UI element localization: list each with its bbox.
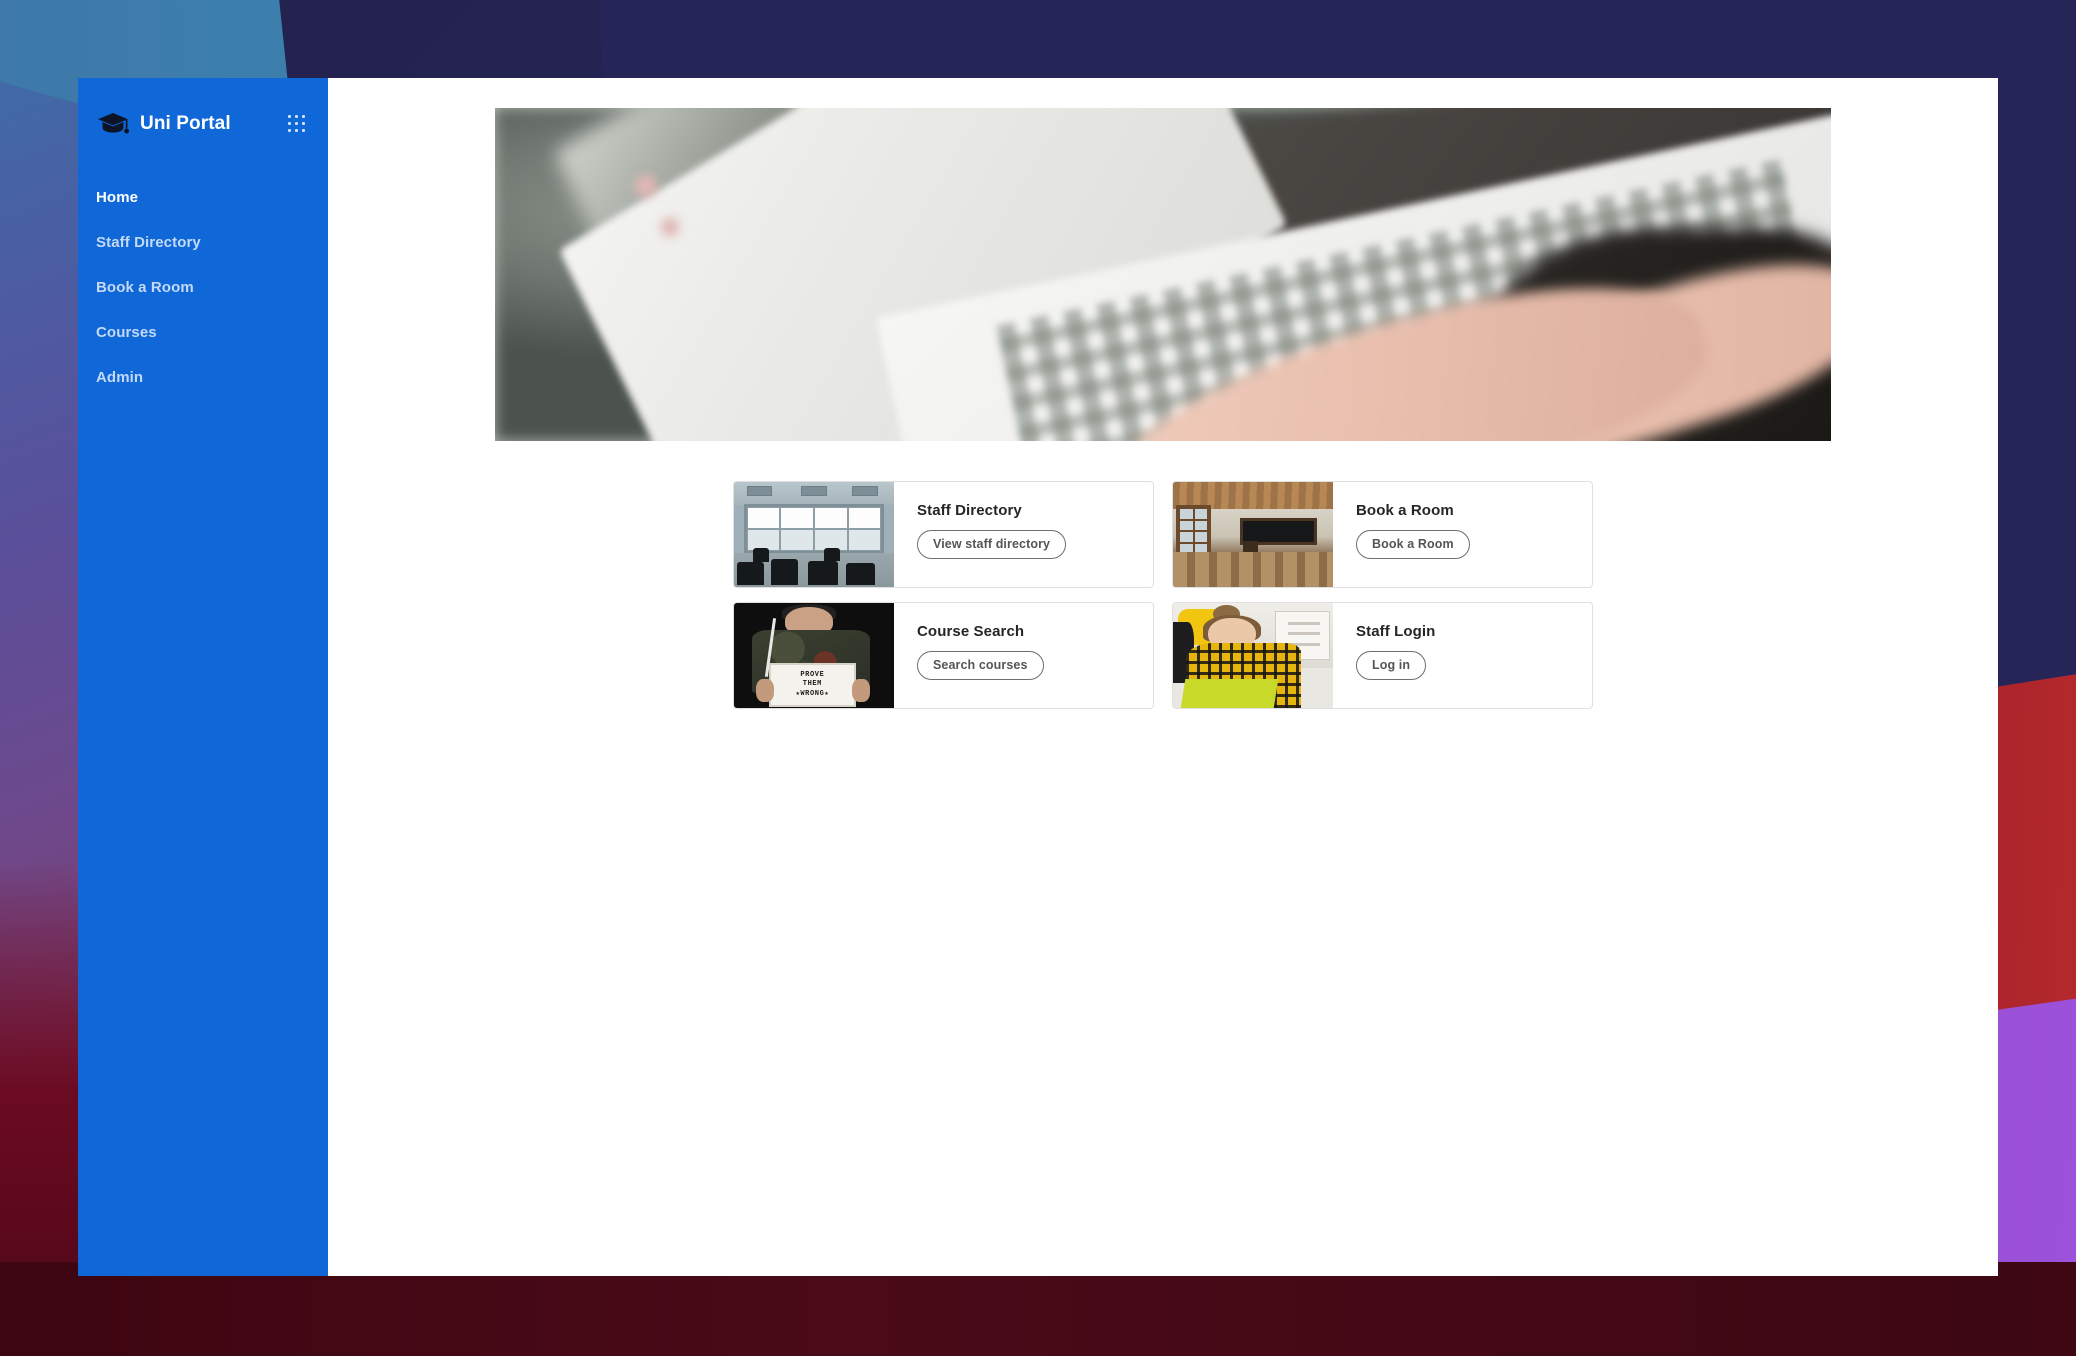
- desktop-wallpaper: Uni Portal Home Staff Directory Book a R…: [0, 0, 2076, 1356]
- sidebar-item-admin[interactable]: Admin: [96, 360, 328, 395]
- sign-line-3: ★WRONG★: [795, 690, 830, 699]
- sidebar-item-book-a-room[interactable]: Book a Room: [96, 270, 328, 305]
- sidebar-item-courses[interactable]: Courses: [96, 315, 328, 350]
- card-staff-login[interactable]: Staff Login Log in: [1172, 602, 1593, 709]
- graduation-cap-icon: [96, 111, 130, 137]
- card-book-a-room[interactable]: Book a Room Book a Room: [1172, 481, 1593, 588]
- card-title: Staff Directory: [917, 502, 1022, 519]
- card-title: Staff Login: [1356, 623, 1436, 640]
- sign-line-1: PROVE: [800, 671, 825, 680]
- sidebar-item-staff-directory[interactable]: Staff Directory: [96, 225, 328, 260]
- sign-line-2: THEM: [802, 680, 822, 689]
- card-body: Book a Room Book a Room: [1333, 482, 1592, 587]
- grid-dots-icon[interactable]: [288, 115, 306, 133]
- card-body: Staff Directory View staff directory: [894, 482, 1153, 587]
- hero-blur-overlay: [495, 108, 1831, 441]
- log-in-button[interactable]: Log in: [1356, 651, 1427, 680]
- student-at-laptop-photo: [1173, 603, 1333, 708]
- hero-banner-image: [495, 108, 1831, 441]
- sidebar-nav: Home Staff Directory Book a Room Courses…: [78, 180, 328, 395]
- wooden-classroom-photo: [1173, 482, 1333, 587]
- card-body: Staff Login Log in: [1333, 603, 1592, 708]
- view-staff-directory-button[interactable]: View staff directory: [917, 530, 1067, 559]
- app-window: Uni Portal Home Staff Directory Book a R…: [78, 78, 1998, 1276]
- card-title: Course Search: [917, 623, 1025, 640]
- sidebar: Uni Portal Home Staff Directory Book a R…: [78, 78, 328, 1276]
- book-a-room-button[interactable]: Book a Room: [1356, 530, 1470, 559]
- hero-photo: [495, 108, 1831, 441]
- brand-title: Uni Portal: [140, 113, 231, 134]
- main-content: Staff Directory View staff directory Boo…: [328, 78, 1998, 1276]
- sign-board: PROVE THEM ★WRONG★: [769, 662, 856, 707]
- lecture-hall-windows-photo: [734, 482, 894, 587]
- card-body: Course Search Search courses: [894, 603, 1153, 708]
- card-title: Book a Room: [1356, 502, 1454, 519]
- sidebar-item-home[interactable]: Home: [96, 180, 328, 215]
- card-course-search[interactable]: PROVE THEM ★WRONG★ Course Search Search …: [733, 602, 1154, 709]
- sidebar-brand[interactable]: Uni Portal: [78, 102, 328, 146]
- quick-links-card-grid: Staff Directory View staff directory Boo…: [733, 481, 1593, 709]
- man-holding-sign-photo: PROVE THEM ★WRONG★: [734, 603, 894, 708]
- card-staff-directory[interactable]: Staff Directory View staff directory: [733, 481, 1154, 588]
- wallpaper-bottom-maroon: [0, 1262, 2076, 1356]
- search-courses-button[interactable]: Search courses: [917, 651, 1044, 680]
